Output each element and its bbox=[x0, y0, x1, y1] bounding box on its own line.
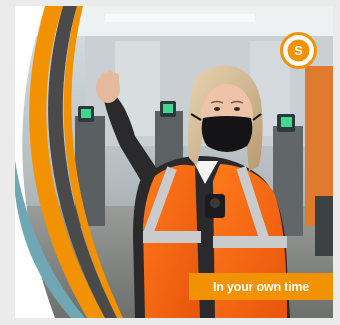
caption-text: In your own time bbox=[212, 279, 310, 294]
brand-logo-letter: S bbox=[294, 43, 303, 58]
page-background: S In your own time bbox=[0, 0, 340, 325]
promo-card[interactable]: S In your own time bbox=[15, 6, 333, 318]
brand-logo-icon: S bbox=[280, 32, 317, 69]
caption-banner: In your own time bbox=[189, 273, 333, 300]
